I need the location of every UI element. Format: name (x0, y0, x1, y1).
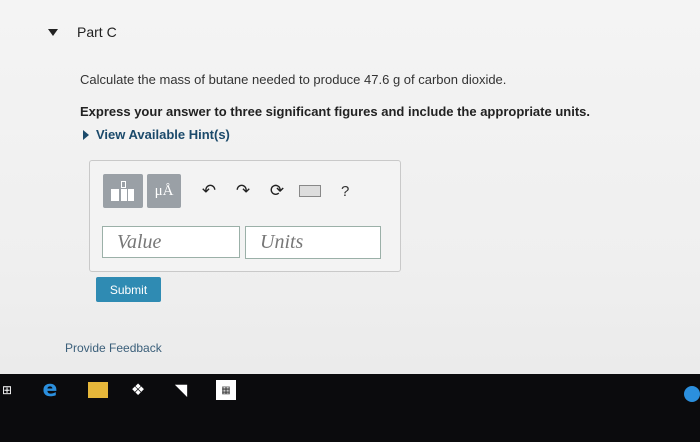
edge-icon[interactable]: e (38, 377, 62, 402)
visual-studio-icon[interactable]: ◥ (172, 381, 190, 399)
templates-button[interactable] (103, 174, 143, 208)
view-hints-label: View Available Hint(s) (96, 127, 230, 142)
dropbox-icon[interactable]: ❖ (128, 381, 148, 399)
tray-icon[interactable] (684, 386, 700, 402)
redo-icon[interactable]: ↷ (231, 179, 255, 203)
units-input[interactable] (245, 226, 381, 259)
view-hints-link[interactable]: View Available Hint(s) (83, 127, 230, 142)
keyboard-icon[interactable] (299, 185, 321, 197)
value-input[interactable] (102, 226, 240, 258)
taskbar: ⊞ e ❖ ◥ ▦ (0, 374, 700, 442)
store-icon[interactable]: ▦ (216, 380, 236, 400)
answer-instruction: Express your answer to three significant… (80, 104, 590, 119)
reset-icon[interactable]: ⟳ (265, 179, 289, 203)
file-explorer-icon[interactable] (88, 382, 108, 398)
answer-panel: μÅ ↶ ↷ ⟳ ? (89, 160, 401, 272)
units-symbols-button[interactable]: μÅ (147, 174, 181, 208)
question-prompt: Calculate the mass of butane needed to p… (80, 72, 507, 87)
templates-icon (111, 181, 135, 201)
help-button[interactable]: ? (341, 183, 349, 200)
submit-button[interactable]: Submit (96, 277, 161, 302)
part-title: Part C (77, 24, 117, 40)
provide-feedback-link[interactable]: Provide Feedback (65, 341, 162, 355)
undo-icon[interactable]: ↶ (197, 179, 221, 203)
triangle-right-icon (83, 129, 89, 140)
collapse-triangle-icon[interactable] (48, 29, 58, 36)
equation-toolbar: μÅ ↶ ↷ ⟳ ? (103, 173, 349, 209)
task-view-icon[interactable]: ⊞ (0, 382, 14, 398)
